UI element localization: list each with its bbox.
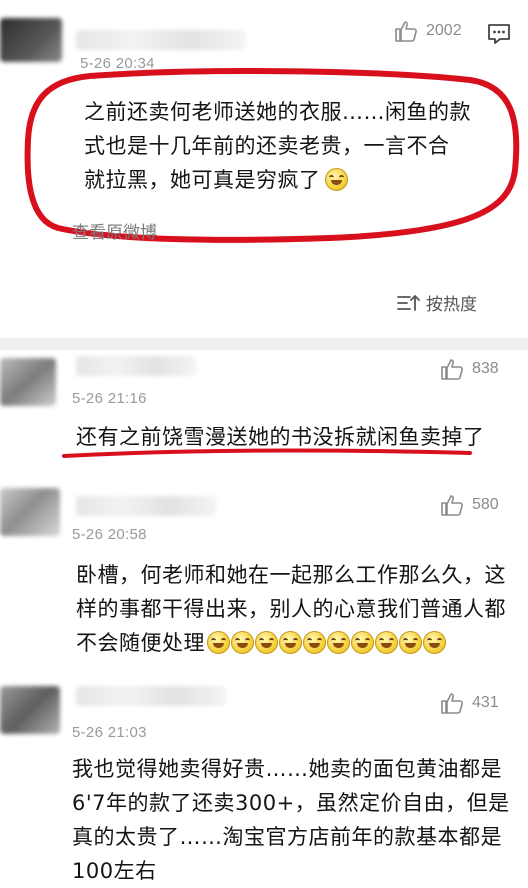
comment-text: 卧槽，何老师和她在一起那么工作那么久，这 样的事都干得出来，别人的心意我们普通人… xyxy=(76,563,506,655)
grin-emoji xyxy=(423,631,446,654)
like-count: 431 xyxy=(472,694,499,711)
emoji-row xyxy=(207,631,447,655)
view-original-link[interactable]: 查看原微博 xyxy=(72,218,157,243)
username-blurred[interactable] xyxy=(76,686,226,706)
avatar[interactable] xyxy=(0,686,60,734)
like-button[interactable]: 431 xyxy=(440,692,499,714)
comment-timestamp: 5-26 21:03 xyxy=(72,724,147,741)
grin-emoji xyxy=(279,631,302,654)
avatar[interactable] xyxy=(0,488,60,536)
grin-emoji xyxy=(324,168,348,191)
comment-card: 5-26 20:58 580 卧槽，何老师和她在一起那么工作那么久，这 样的事都… xyxy=(0,472,528,672)
username-blurred[interactable] xyxy=(76,496,216,516)
comment-timestamp: 5-26 21:16 xyxy=(72,390,147,407)
thumbs-up-icon xyxy=(441,495,463,516)
username-blurred[interactable] xyxy=(76,356,196,376)
avatar[interactable] xyxy=(0,358,56,406)
grin-emoji xyxy=(255,631,278,654)
grin-emoji xyxy=(399,631,422,654)
sort-label: 按热度 xyxy=(426,295,477,315)
thumbs-up-icon xyxy=(441,693,463,714)
like-count: 580 xyxy=(472,496,499,513)
grin-emoji xyxy=(327,631,350,654)
thumbs-up-icon xyxy=(441,359,463,380)
grin-emoji xyxy=(351,631,374,654)
comment-card: 5-26 21:16 838 还有之前饶雪漫送她的书没拆就闲鱼卖掉了 xyxy=(0,350,528,472)
comment-card: 5-26 21:03 431 我也觉得她卖得好贵……她卖的面包黄油都是 6'7年… xyxy=(0,672,528,883)
grin-emoji xyxy=(375,631,398,654)
comment-card: 5-26 20:34 2002 之前还卖何老师送她的衣服……闲鱼的款 式也是十几… xyxy=(0,0,528,338)
grin-emoji xyxy=(303,631,326,654)
sort-lines-icon xyxy=(397,294,420,311)
sort-by-hot-button[interactable]: 按热度 xyxy=(396,290,477,315)
section-divider xyxy=(0,338,528,350)
grin-emoji xyxy=(231,631,254,654)
like-button[interactable]: 838 xyxy=(440,358,499,380)
comment-timestamp: 5-26 20:58 xyxy=(72,526,147,543)
comment-text: 之前还卖何老师送她的衣服……闲鱼的款 式也是十几年前的还卖老贵，一言不合 就拉黑… xyxy=(84,100,471,192)
like-button[interactable]: 580 xyxy=(440,494,499,516)
grin-emoji xyxy=(207,631,230,654)
red-underline xyxy=(62,448,472,458)
like-count: 838 xyxy=(472,360,499,377)
